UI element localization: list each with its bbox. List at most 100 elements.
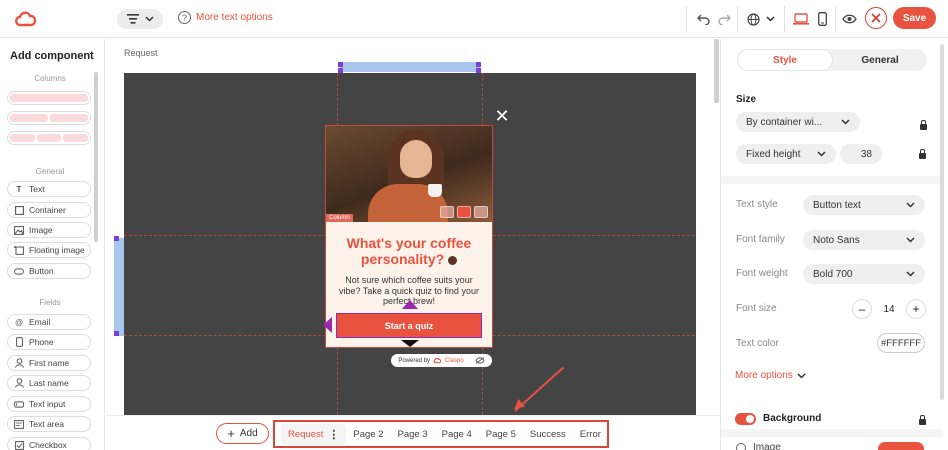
- font-size-label: Font size: [736, 303, 777, 314]
- image-radio[interactable]: [736, 443, 746, 450]
- tab-general[interactable]: General: [833, 49, 927, 71]
- selection-corner[interactable]: [114, 331, 119, 336]
- align-right-icon[interactable]: [474, 206, 488, 218]
- more-text-options-label: More text options: [196, 12, 273, 23]
- background-toggle[interactable]: [735, 413, 756, 425]
- popup-widget[interactable]: Column What's your coffee personality? N…: [325, 125, 493, 348]
- right-panel-scrollbar[interactable]: [940, 44, 944, 400]
- increment-button[interactable]: +: [906, 299, 926, 319]
- chevron-down-icon: [797, 372, 806, 379]
- selection-corner[interactable]: [476, 62, 481, 67]
- mobile-view-icon[interactable]: [815, 10, 829, 28]
- help-circle-icon: ?: [178, 11, 191, 24]
- tab-style[interactable]: Style: [737, 49, 833, 71]
- column-tag[interactable]: Column: [326, 214, 353, 222]
- popup-hero-image[interactable]: [326, 126, 492, 222]
- lock-icon[interactable]: [919, 415, 926, 426]
- font-family-label: Font family: [736, 234, 785, 245]
- component-image[interactable]: Image: [7, 222, 91, 238]
- language-dropdown[interactable]: [744, 10, 778, 28]
- selection-corner[interactable]: [114, 236, 119, 241]
- left-panel-scrollbar[interactable]: [94, 72, 98, 242]
- column-layout-2[interactable]: [7, 111, 91, 125]
- chevron-down-icon: [144, 16, 154, 22]
- canvas-scrollbar[interactable]: [714, 39, 719, 103]
- text-color-input[interactable]: #FFFFFF: [877, 333, 925, 353]
- chevron-down-icon: [906, 271, 915, 277]
- claspo-logo-icon[interactable]: [14, 9, 38, 29]
- hidden-eye-icon[interactable]: [475, 357, 485, 364]
- selection-corner[interactable]: [338, 62, 343, 67]
- selection-bar-top[interactable]: [340, 62, 480, 72]
- resize-handle-up-icon[interactable]: [402, 300, 418, 309]
- height-mode-select[interactable]: Fixed height: [736, 144, 836, 164]
- more-text-options-link[interactable]: ? More text options: [178, 11, 273, 24]
- component-container[interactable]: Container: [7, 202, 91, 218]
- chevron-down-icon: [906, 237, 915, 243]
- column-layout-3[interactable]: [7, 131, 91, 145]
- page-tab-page-5[interactable]: Page 5: [479, 425, 523, 444]
- align-left-icon[interactable]: [440, 206, 454, 218]
- component-text-area[interactable]: Text area: [7, 416, 91, 432]
- popup-headline[interactable]: What's your coffee personality?: [334, 235, 484, 267]
- upload-image-button[interactable]: [878, 442, 924, 450]
- component-text[interactable]: T Text: [7, 181, 91, 197]
- properties-tabs: Style General: [737, 49, 927, 71]
- popup-close-icon[interactable]: ✕: [494, 107, 510, 125]
- image-align-tools: [440, 206, 488, 218]
- text-area-icon: [14, 419, 24, 429]
- toolbar-divider: [686, 6, 687, 32]
- component-first-name[interactable]: First name: [7, 355, 91, 371]
- page-tab-page-4[interactable]: Page 4: [435, 425, 479, 444]
- selection-corner[interactable]: [338, 68, 343, 73]
- toolbar-divider: [835, 6, 836, 32]
- more-options-toggle[interactable]: More options: [735, 370, 806, 381]
- preview-eye-icon[interactable]: [841, 10, 857, 28]
- page-tab-success[interactable]: Success: [523, 425, 573, 444]
- component-text-input[interactable]: Text input: [7, 396, 91, 412]
- unlock-icon[interactable]: [919, 149, 926, 160]
- person-icon: [14, 378, 24, 388]
- component-email[interactable]: @ Email: [7, 314, 91, 330]
- component-phone[interactable]: Phone: [7, 334, 91, 350]
- page-tab-page-2[interactable]: Page 2: [346, 425, 390, 444]
- page-tab-page-3[interactable]: Page 3: [391, 425, 435, 444]
- photo-cup-shape: [428, 184, 442, 197]
- toolbar-divider: [784, 6, 785, 32]
- font-size-value[interactable]: 14: [878, 304, 900, 315]
- undo-icon[interactable]: [695, 10, 711, 28]
- component-checkbox[interactable]: Checkbox: [7, 437, 91, 450]
- powered-by-prefix: Powered by: [398, 357, 430, 364]
- start-quiz-button[interactable]: Start a quiz: [336, 313, 482, 338]
- desktop-view-icon[interactable]: [792, 10, 810, 28]
- page-tab-request[interactable]: Request ⋮: [281, 423, 347, 445]
- redo-icon[interactable]: [716, 10, 732, 28]
- font-weight-select[interactable]: Bold 700: [803, 264, 925, 284]
- decrement-button[interactable]: –: [852, 299, 872, 319]
- text-style-select[interactable]: Button text: [803, 195, 925, 215]
- save-button[interactable]: Save: [893, 7, 936, 29]
- background-label: Background: [763, 413, 822, 424]
- font-family-select[interactable]: Noto Sans: [803, 230, 925, 250]
- chevron-down-icon: [817, 151, 826, 157]
- add-component-panel: Add component Columns General T Text Cont…: [0, 39, 105, 450]
- column-layout-1[interactable]: [7, 91, 91, 105]
- add-page-button[interactable]: + Add: [216, 423, 269, 444]
- text-style-label: Text style: [736, 199, 778, 210]
- component-floating-image[interactable]: Floating image: [7, 242, 91, 258]
- page-tab-error[interactable]: Error: [573, 425, 608, 444]
- align-center-icon[interactable]: [457, 206, 471, 218]
- current-page-label: Request: [124, 48, 158, 58]
- kebab-menu-icon[interactable]: ⋮: [328, 428, 339, 441]
- selection-corner[interactable]: [476, 68, 481, 73]
- width-mode-select[interactable]: By container wi...: [736, 112, 860, 132]
- selection-bar-left[interactable]: [114, 238, 124, 336]
- resize-handle-left-icon[interactable]: [323, 317, 332, 333]
- component-last-name[interactable]: Last name: [7, 375, 91, 391]
- component-button[interactable]: Button: [7, 263, 91, 279]
- text-align-dropdown[interactable]: [117, 9, 163, 29]
- panel-divider: [721, 176, 943, 184]
- height-value-input[interactable]: 38: [840, 144, 882, 164]
- lock-icon[interactable]: [920, 120, 927, 131]
- close-editor-button[interactable]: [865, 7, 887, 29]
